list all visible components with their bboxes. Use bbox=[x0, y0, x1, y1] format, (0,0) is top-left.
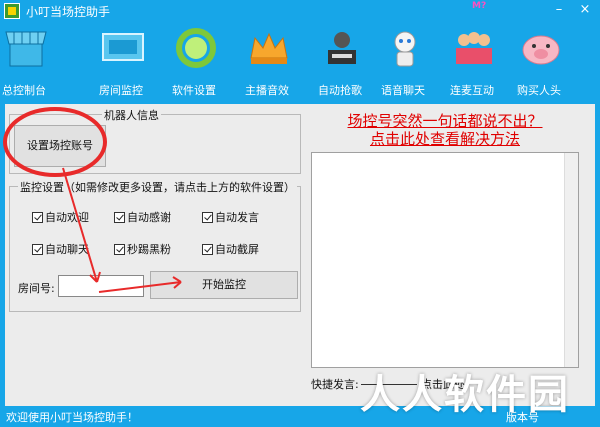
title-bar: 小叮当场控助手 bbox=[0, 0, 600, 22]
message-log[interactable] bbox=[311, 152, 579, 368]
tool-label: 连麦互动 bbox=[450, 84, 494, 97]
gear-ring-icon bbox=[176, 28, 216, 68]
tool-label: 房间监控 bbox=[99, 84, 143, 97]
main-panel: 机器人信息 设置场控账号 监控设置（如需修改更多设置，请点击上方的软件设置） 自… bbox=[3, 104, 595, 406]
headset-robot-icon bbox=[394, 31, 416, 67]
notice-line-2[interactable]: 点击此处查看解决方法 bbox=[311, 128, 579, 149]
scrollbar[interactable] bbox=[564, 153, 578, 367]
status-welcome: 欢迎使用小叮当场控助手！ bbox=[6, 411, 138, 424]
tool-label: 自动抢歌 bbox=[318, 84, 362, 97]
close-button[interactable]: × bbox=[574, 2, 596, 18]
tool-settings[interactable]: 软件设置 bbox=[160, 22, 228, 102]
annotation-arrow-down bbox=[62, 167, 98, 283]
tool-mic-link[interactable]: 连麦互动 bbox=[438, 22, 506, 102]
pig-icon bbox=[522, 35, 560, 65]
tool-label: 软件设置 bbox=[172, 84, 216, 97]
tool-console[interactable]: 总控制台 bbox=[0, 22, 58, 102]
main-toolbar: 总控制台 房间监控 软件设置 主播音效 自动抢歌 语音聊天 连麦互动 购买人头 bbox=[0, 22, 600, 102]
skin-badge: M? bbox=[472, 1, 487, 11]
monitor-icon bbox=[102, 33, 144, 61]
music-robot-icon bbox=[328, 32, 356, 64]
annotation-arrow-right bbox=[98, 281, 182, 293]
tool-label: 语音聊天 bbox=[381, 84, 425, 97]
crowd-icon bbox=[456, 32, 492, 64]
store-awning-icon bbox=[5, 31, 47, 67]
annotation-overlay bbox=[3, 107, 182, 293]
quick-speak-label: 快捷发言: bbox=[311, 378, 359, 391]
tool-voice-chat[interactable]: 语音聊天 bbox=[369, 22, 437, 102]
tool-room-monitor[interactable]: 房间监控 bbox=[87, 22, 155, 102]
tool-auto-song[interactable]: 自动抢歌 bbox=[306, 22, 374, 102]
site-watermark: 人人软件园 bbox=[360, 372, 570, 418]
tool-buy-followers[interactable]: 购买人头 bbox=[505, 22, 573, 102]
annotation-circle bbox=[3, 107, 107, 177]
tool-label: 总控制台 bbox=[2, 84, 46, 97]
minimize-button[interactable]: – bbox=[548, 2, 570, 18]
tool-label: 购买人头 bbox=[517, 84, 561, 97]
crown-icon bbox=[250, 32, 288, 64]
window-title: 小叮当场控助手 bbox=[26, 4, 111, 19]
app-logo-icon bbox=[4, 3, 20, 19]
tool-label: 主播音效 bbox=[245, 84, 289, 97]
tool-anchor-sfx[interactable]: 主播音效 bbox=[233, 22, 301, 102]
